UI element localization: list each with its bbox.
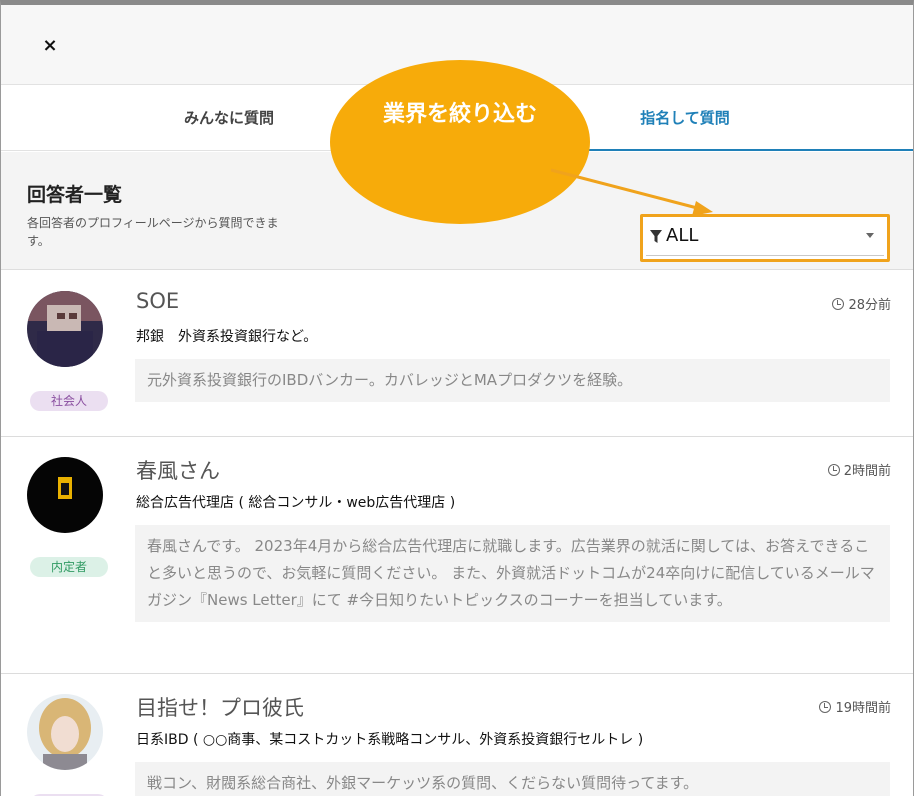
respondent-bio: 春風さんです。 2023年4月から総合広告代理店に就職します。広告業界の就活に関… bbox=[135, 525, 890, 622]
clock-icon bbox=[819, 701, 832, 713]
avatar[interactable] bbox=[27, 694, 103, 770]
industry-filter-select[interactable]: ALL bbox=[646, 220, 884, 256]
avatar[interactable] bbox=[27, 291, 103, 367]
respondent-industry: 総合広告代理店 ( 総合コンサル・web広告代理店 ) bbox=[136, 495, 456, 511]
header-description: 各回答者のプロフィールページから質問できます。 bbox=[27, 216, 279, 248]
time-text: 2時間前 bbox=[843, 464, 891, 479]
avatar-image bbox=[27, 457, 103, 533]
post-time: 2時間前 bbox=[827, 460, 891, 479]
close-icon[interactable]: × bbox=[39, 35, 61, 57]
status-badge: 内定者 bbox=[30, 557, 108, 577]
callout-arrow bbox=[550, 168, 713, 216]
respondent-industry: 邦銀 外資系投資銀行など。 bbox=[136, 329, 318, 345]
respondent-card[interactable]: 社会人 SOE 28分前 邦銀 外資系投資銀行など。 元外資系投資銀行のIBDバ… bbox=[1, 271, 913, 437]
respondent-name[interactable]: SOE bbox=[136, 289, 179, 313]
callout-text: 業界を絞り込む bbox=[382, 102, 537, 127]
respondent-name[interactable]: 目指せ！プロ彼氏 bbox=[136, 692, 304, 722]
clock-icon bbox=[832, 298, 845, 310]
chevron-down-icon bbox=[866, 233, 874, 238]
status-badge: 社会人 bbox=[30, 391, 108, 411]
respondent-bio: 元外資系投資銀行のIBDバンカー。カバレッジとMAプロダクツを経験。 bbox=[135, 359, 890, 402]
time-text: 19時間前 bbox=[835, 701, 891, 716]
respondent-bio: 戦コン、財閥系総合商社、外銀マーケッツ系の質問、くだらない質問待ってます。 bbox=[135, 762, 890, 796]
respondent-card[interactable]: 目指せ！プロ彼氏 19時間前 日系IBD ( ○○商事、某コストカット系戦略コン… bbox=[1, 674, 913, 796]
time-text: 28分前 bbox=[848, 298, 891, 313]
post-time: 28分前 bbox=[832, 294, 891, 313]
respondent-card[interactable]: 内定者 春風さん 2時間前 総合広告代理店 ( 総合コンサル・web広告代理店 … bbox=[1, 437, 913, 674]
avatar-image bbox=[27, 291, 103, 367]
avatar[interactable] bbox=[27, 457, 103, 533]
respondent-industry: 日系IBD ( ○○商事、某コストカット系戦略コンサル、外資系投資銀行セルトレ … bbox=[136, 732, 644, 748]
filter-funnel-icon bbox=[650, 230, 662, 243]
clock-icon bbox=[827, 464, 840, 476]
page-title: 回答者一覧 bbox=[27, 184, 123, 206]
respondent-name[interactable]: 春風さん bbox=[136, 455, 220, 485]
filter-selected-value: ALL bbox=[666, 225, 699, 246]
avatar-image bbox=[27, 694, 103, 770]
post-time: 19時間前 bbox=[819, 697, 891, 716]
modal-window: × みんなに質問 指名して質問 回答者一覧 各回答者のプロフィールページから質問… bbox=[0, 0, 914, 796]
